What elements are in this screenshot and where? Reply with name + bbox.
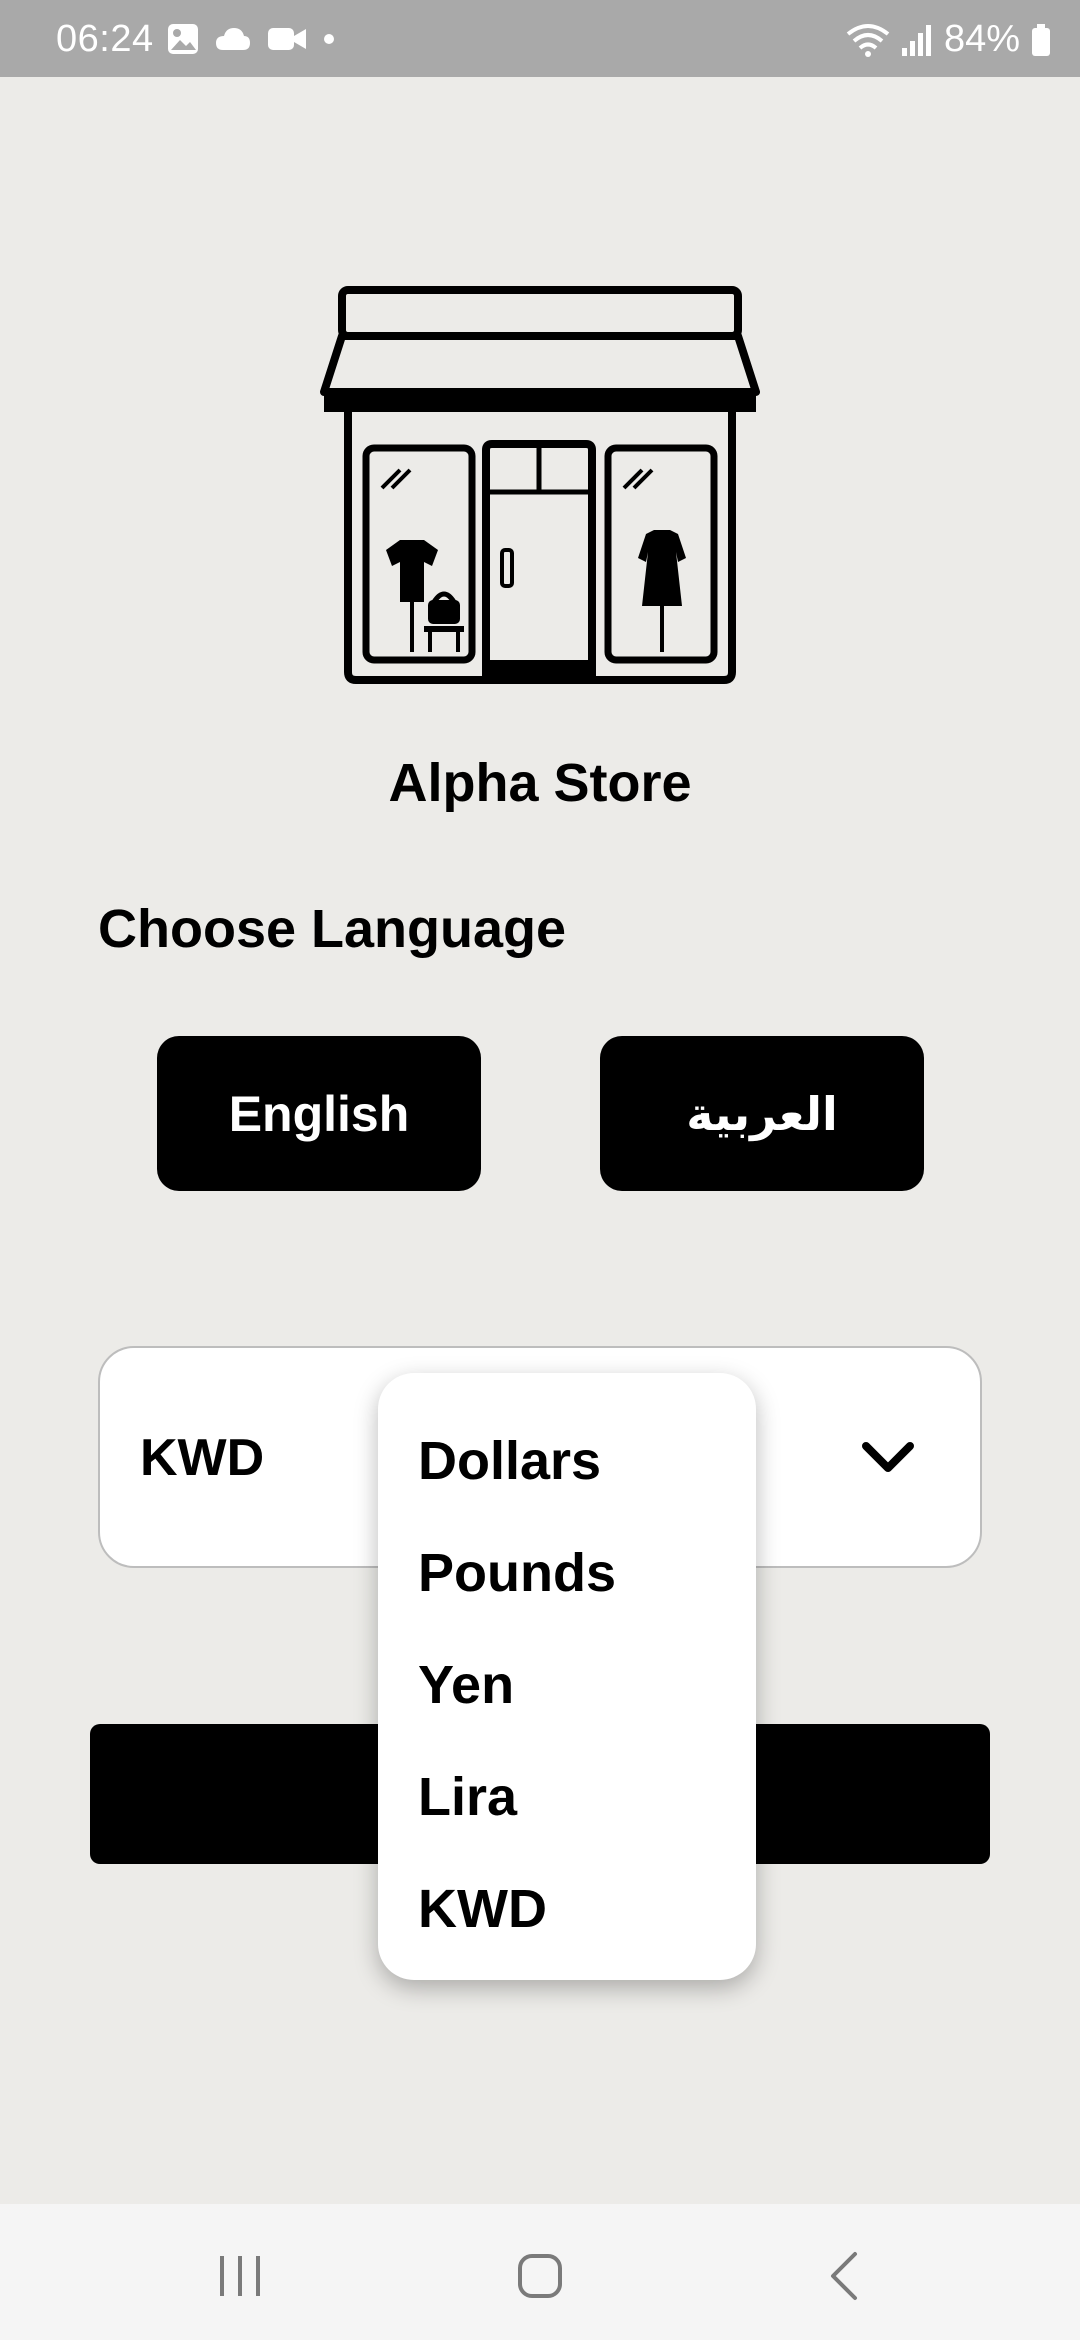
- cloud-icon: [216, 28, 250, 50]
- back-icon[interactable]: [815, 2246, 875, 2306]
- status-time: 06:24: [56, 18, 154, 60]
- currency-selected-value: KWD: [140, 1429, 265, 1487]
- currency-option-yen[interactable]: Yen: [378, 1629, 756, 1741]
- signal-icon: [901, 24, 931, 56]
- currency-dropdown-menu: Dollars Pounds Yen Lira KWD: [378, 1373, 756, 1980]
- currency-option-kwd[interactable]: KWD: [378, 1853, 756, 1965]
- choose-language-label: Choose Language: [98, 899, 567, 959]
- chevron-down-icon[interactable]: [858, 1428, 918, 1488]
- wifi-icon: [846, 23, 890, 57]
- home-icon[interactable]: [510, 2246, 570, 2306]
- english-button[interactable]: English: [157, 1036, 481, 1191]
- app-title: Alpha Store: [388, 753, 692, 813]
- store-front-icon: [320, 286, 760, 684]
- status-bar: 06:24 84%: [0, 0, 1080, 77]
- status-system-icons: 84%: [846, 18, 1052, 61]
- recent-apps-icon[interactable]: [210, 2246, 270, 2306]
- gallery-icon: [168, 24, 198, 54]
- video-icon: [268, 28, 306, 50]
- currency-option-pounds[interactable]: Pounds: [378, 1517, 756, 1629]
- battery-icon: [1032, 23, 1050, 56]
- arabic-button[interactable]: العربية: [600, 1036, 924, 1191]
- currency-option-lira[interactable]: Lira: [378, 1741, 756, 1853]
- dot-icon: [324, 34, 334, 44]
- battery-percentage: 84%: [943, 18, 1020, 60]
- status-notification-icons: [166, 22, 336, 56]
- currency-option-dollars[interactable]: Dollars: [378, 1405, 756, 1517]
- system-nav-bar: [0, 2204, 1080, 2340]
